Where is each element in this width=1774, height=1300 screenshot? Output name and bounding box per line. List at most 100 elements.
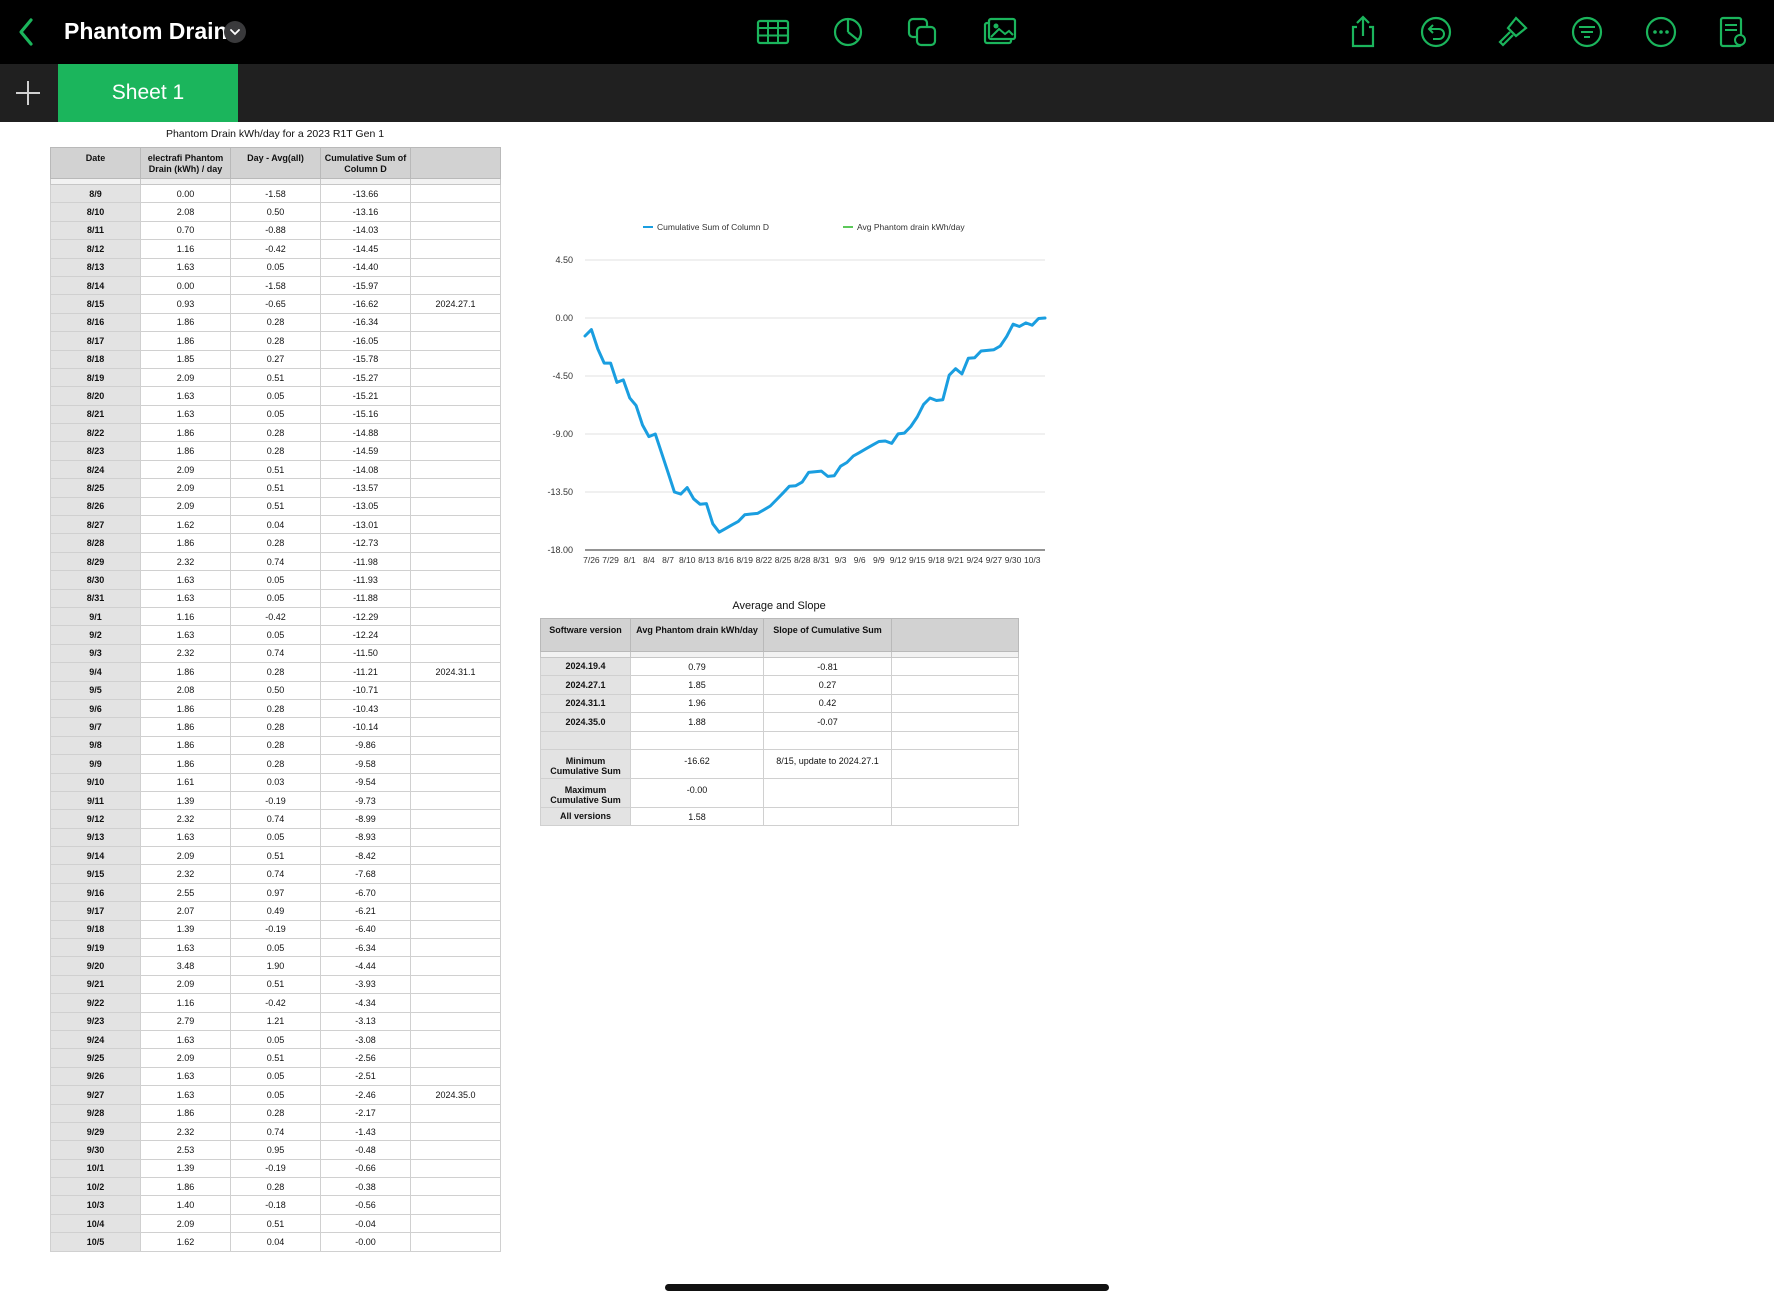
- shapes-icon[interactable]: [904, 14, 940, 50]
- table-cell[interactable]: [410, 1066, 501, 1087]
- table-cell[interactable]: [410, 1213, 501, 1234]
- date-cell[interactable]: 9/4: [50, 662, 141, 682]
- table-cell[interactable]: -13.01: [320, 515, 411, 535]
- date-cell[interactable]: 9/17: [50, 901, 141, 921]
- table-cell[interactable]: -16.62: [320, 294, 411, 314]
- table-cell[interactable]: -11.93: [320, 570, 411, 590]
- table-cell[interactable]: 0.42: [763, 693, 892, 714]
- table-cell[interactable]: 2.55: [140, 882, 231, 903]
- table-cell[interactable]: 1.39: [140, 790, 231, 811]
- date-cell[interactable]: 9/22: [50, 993, 141, 1013]
- table-cell[interactable]: [410, 312, 501, 333]
- column-header[interactable]: [410, 147, 501, 179]
- table-cell[interactable]: 0.51: [230, 974, 321, 995]
- table-cell[interactable]: 2.09: [140, 1213, 231, 1234]
- table-cell[interactable]: -13.05: [320, 496, 411, 517]
- table-cell[interactable]: 2.09: [140, 1048, 231, 1068]
- table-cell[interactable]: 0.04: [230, 515, 321, 535]
- table-cell[interactable]: 0.93: [140, 294, 231, 314]
- table-cell[interactable]: 1.63: [140, 570, 231, 590]
- date-cell[interactable]: 9/29: [50, 1121, 141, 1142]
- table-cell[interactable]: 2.09: [140, 496, 231, 517]
- table-cell[interactable]: -9.58: [320, 754, 411, 774]
- table-cell[interactable]: -14.45: [320, 239, 411, 259]
- table-cell[interactable]: 1.63: [140, 827, 231, 848]
- table-cell[interactable]: 0.05: [230, 1066, 321, 1087]
- table-cell[interactable]: 1.85: [630, 675, 764, 695]
- table-cell[interactable]: 0.50: [230, 202, 321, 222]
- empty-cell[interactable]: [763, 777, 892, 808]
- table-cell[interactable]: 0.28: [230, 662, 321, 682]
- undo-icon[interactable]: [1418, 14, 1454, 50]
- table-cell[interactable]: -13.16: [320, 202, 411, 222]
- table-cell[interactable]: 0.05: [230, 1085, 321, 1105]
- table-cell[interactable]: -1.58: [230, 183, 321, 204]
- table-cell[interactable]: [410, 846, 501, 866]
- table-cell[interactable]: 0.70: [140, 220, 231, 241]
- date-cell[interactable]: 8/28: [50, 533, 141, 553]
- date-cell[interactable]: 9/16: [50, 882, 141, 903]
- table-cell[interactable]: -15.21: [320, 386, 411, 406]
- date-cell[interactable]: 10/1: [50, 1158, 141, 1179]
- date-cell[interactable]: 8/13: [50, 257, 141, 277]
- table-cell[interactable]: 2.09: [140, 974, 231, 995]
- table-cell[interactable]: 1.86: [140, 662, 231, 682]
- table-cell[interactable]: 0.03: [230, 772, 321, 792]
- table-cell[interactable]: [410, 275, 501, 296]
- date-cell[interactable]: 9/12: [50, 809, 141, 829]
- table-cell[interactable]: [410, 1232, 501, 1252]
- table-cell[interactable]: [410, 1177, 501, 1197]
- table-cell[interactable]: -1.58: [230, 275, 321, 296]
- table-cell[interactable]: 1.86: [140, 735, 231, 756]
- table-cell[interactable]: 0.28: [230, 423, 321, 443]
- table-cell[interactable]: [410, 956, 501, 976]
- table-cell[interactable]: [410, 533, 501, 553]
- table-cell[interactable]: -10.14: [320, 717, 411, 737]
- date-cell[interactable]: 8/18: [50, 349, 141, 369]
- table-cell[interactable]: 0.97: [230, 882, 321, 903]
- table-cell[interactable]: -9.73: [320, 790, 411, 811]
- date-cell[interactable]: 8/20: [50, 386, 141, 406]
- date-cell[interactable]: 9/26: [50, 1066, 141, 1087]
- table-cell[interactable]: [410, 717, 501, 737]
- table-cell[interactable]: -0.19: [230, 1158, 321, 1179]
- table-cell[interactable]: 1.86: [140, 1177, 231, 1197]
- table-cell[interactable]: -6.70: [320, 882, 411, 903]
- column-header[interactable]: Slope of Cumulative Sum: [763, 618, 892, 652]
- table-cell[interactable]: 0.49: [230, 901, 321, 921]
- table-cell[interactable]: 0.51: [230, 459, 321, 480]
- back-chevron-icon[interactable]: [14, 16, 38, 48]
- max-value-cell[interactable]: -0.00: [630, 777, 764, 808]
- table-cell[interactable]: 1.85: [140, 349, 231, 369]
- table-cell[interactable]: 2.09: [140, 846, 231, 866]
- table-cell[interactable]: -16.05: [320, 331, 411, 351]
- table-cell[interactable]: -6.34: [320, 938, 411, 958]
- table-cell[interactable]: -3.93: [320, 974, 411, 995]
- table-cell[interactable]: -0.19: [230, 919, 321, 940]
- date-cell[interactable]: 8/17: [50, 331, 141, 351]
- date-cell[interactable]: 9/21: [50, 974, 141, 995]
- date-cell[interactable]: 8/22: [50, 423, 141, 443]
- version-cell[interactable]: 2024.27.1: [540, 675, 631, 695]
- table-cell[interactable]: 1.63: [140, 1066, 231, 1087]
- date-cell[interactable]: 9/19: [50, 938, 141, 958]
- table-cell[interactable]: [410, 570, 501, 590]
- table-cell[interactable]: 1.62: [140, 1232, 231, 1252]
- date-cell[interactable]: 8/29: [50, 551, 141, 572]
- table-cell[interactable]: 0.51: [230, 367, 321, 388]
- table-cell[interactable]: -1.43: [320, 1121, 411, 1142]
- table-cell[interactable]: -11.21: [320, 662, 411, 682]
- table-cell[interactable]: -10.71: [320, 680, 411, 700]
- table-cell[interactable]: 2024.27.1: [410, 294, 501, 314]
- table-cell[interactable]: 0.79: [630, 656, 764, 677]
- table-cell[interactable]: 0.28: [230, 331, 321, 351]
- add-sheet-plus-icon[interactable]: [10, 75, 46, 111]
- table-cell[interactable]: [410, 386, 501, 406]
- table-cell[interactable]: 1.63: [140, 1029, 231, 1050]
- table-cell[interactable]: 2024.35.0: [410, 1085, 501, 1105]
- table-cell[interactable]: 0.51: [230, 846, 321, 866]
- table-cell[interactable]: -15.27: [320, 367, 411, 388]
- max-label-cell[interactable]: Maximum Cumulative Sum: [540, 777, 631, 808]
- share-icon[interactable]: [1345, 14, 1381, 50]
- table-cell[interactable]: -15.16: [320, 404, 411, 425]
